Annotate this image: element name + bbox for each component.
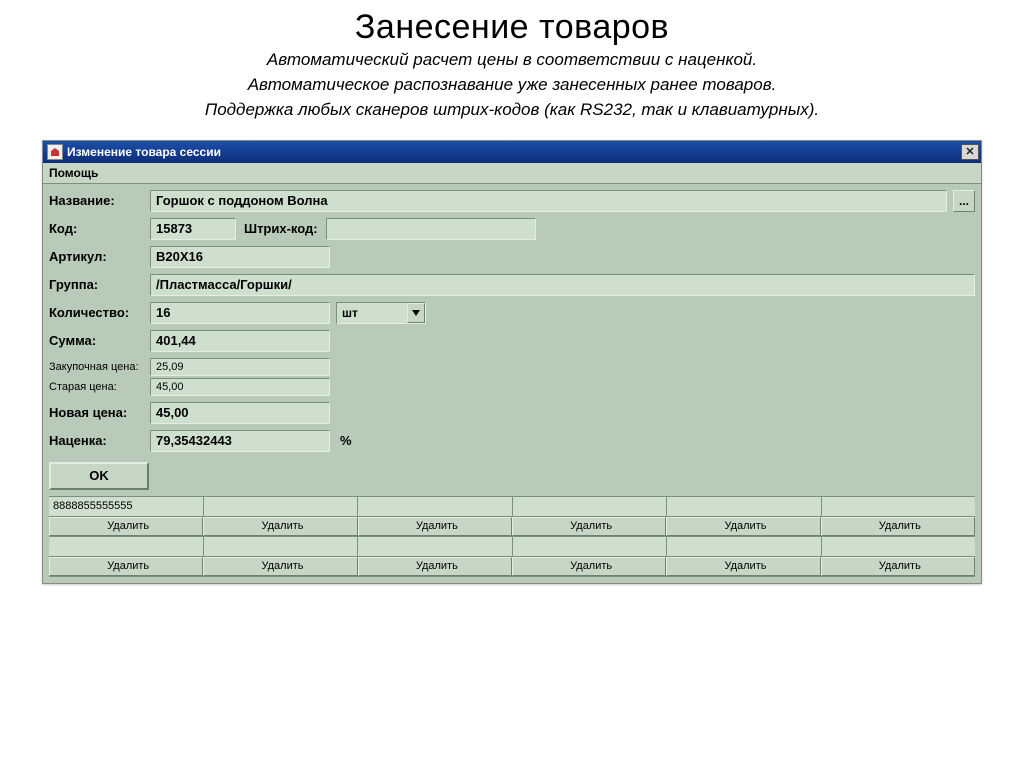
delete-button[interactable]: Удалить [666,557,820,576]
field-code[interactable]: 15873 [150,218,236,240]
grid-cell[interactable] [513,537,668,556]
delete-button[interactable]: Удалить [203,557,357,576]
app-icon [47,144,63,160]
label-barcode: Штрих-код: [242,221,320,236]
grid-cell[interactable] [822,497,976,516]
label-article: Артикул: [49,249,144,264]
delete-button[interactable]: Удалить [512,557,666,576]
delete-button[interactable]: Удалить [821,517,975,536]
window-title: Изменение товара сессии [67,145,221,159]
field-qty[interactable]: 16 [150,302,330,324]
delete-button[interactable]: Удалить [49,557,203,576]
grid-delete-row-1: Удалить Удалить Удалить Удалить Удалить … [49,517,975,537]
grid-delete-row-2: Удалить Удалить Удалить Удалить Удалить … [49,557,975,577]
close-button[interactable]: ✕ [961,144,979,160]
grid-cell[interactable] [204,497,359,516]
label-sum: Сумма: [49,333,144,348]
grid-cell[interactable] [513,497,668,516]
titlebar[interactable]: Изменение товара сессии ✕ [43,141,981,163]
field-article[interactable]: В20Х16 [150,246,330,268]
slide-sub-1: Автоматический расчет цены в соответстви… [20,49,1004,72]
delete-button[interactable]: Удалить [203,517,357,536]
percent-symbol: % [336,433,352,448]
field-sum[interactable]: 401,44 [150,330,330,352]
label-old-price: Старая цена: [49,381,144,393]
label-code: Код: [49,221,144,236]
field-group[interactable]: /Пластмасса/Горшки/ [150,274,975,296]
barcode-grid: 8888855555555 Удалить Удалить Удалить Уд… [49,496,975,577]
delete-button[interactable]: Удалить [358,557,512,576]
field-barcode[interactable] [326,218,536,240]
grid-cell[interactable] [358,537,513,556]
label-group: Группа: [49,277,144,292]
unit-select[interactable]: шт [336,302,426,324]
dialog-window: Изменение товара сессии ✕ Помощь Названи… [42,140,982,584]
slide-sub-3: Поддержка любых сканеров штрих-кодов (ка… [20,99,1004,122]
menu-help[interactable]: Помощь [49,166,98,180]
slide-title: Занесение товаров [20,8,1004,47]
label-name: Название: [49,193,144,208]
unit-selected: шт [342,306,358,320]
grid-cell[interactable] [822,537,976,556]
grid-cell[interactable]: 8888855555555 [49,497,204,516]
grid-cell[interactable] [358,497,513,516]
form-area: Название: Горшок с поддоном Волна ... Ко… [43,190,981,583]
ok-button[interactable]: OK [49,462,149,490]
grid-cell[interactable] [204,537,359,556]
label-markup: Наценка: [49,433,144,448]
slide-header: Занесение товаров Автоматический расчет … [0,0,1024,132]
field-name[interactable]: Горшок с поддоном Волна [150,190,947,212]
grid-cell[interactable] [667,497,822,516]
field-markup[interactable]: 79,35432443 [150,430,330,452]
label-qty: Количество: [49,305,144,320]
grid-data-row-1: 8888855555555 [49,497,975,517]
slide-sub-2: Автоматическое распознавание уже занесен… [20,74,1004,97]
grid-cell[interactable] [49,537,204,556]
field-old-price: 45,00 [150,378,330,396]
delete-button[interactable]: Удалить [358,517,512,536]
label-new-price: Новая цена: [49,405,144,420]
field-purchase: 25,09 [150,358,330,376]
menubar: Помощь [43,163,981,184]
field-new-price[interactable]: 45,00 [150,402,330,424]
delete-button[interactable]: Удалить [821,557,975,576]
delete-button[interactable]: Удалить [512,517,666,536]
label-purchase: Закупочная цена: [49,361,144,373]
grid-cell[interactable] [667,537,822,556]
chevron-down-icon [407,303,425,323]
delete-button[interactable]: Удалить [666,517,820,536]
delete-button[interactable]: Удалить [49,517,203,536]
grid-data-row-2 [49,537,975,557]
browse-button[interactable]: ... [953,190,975,212]
